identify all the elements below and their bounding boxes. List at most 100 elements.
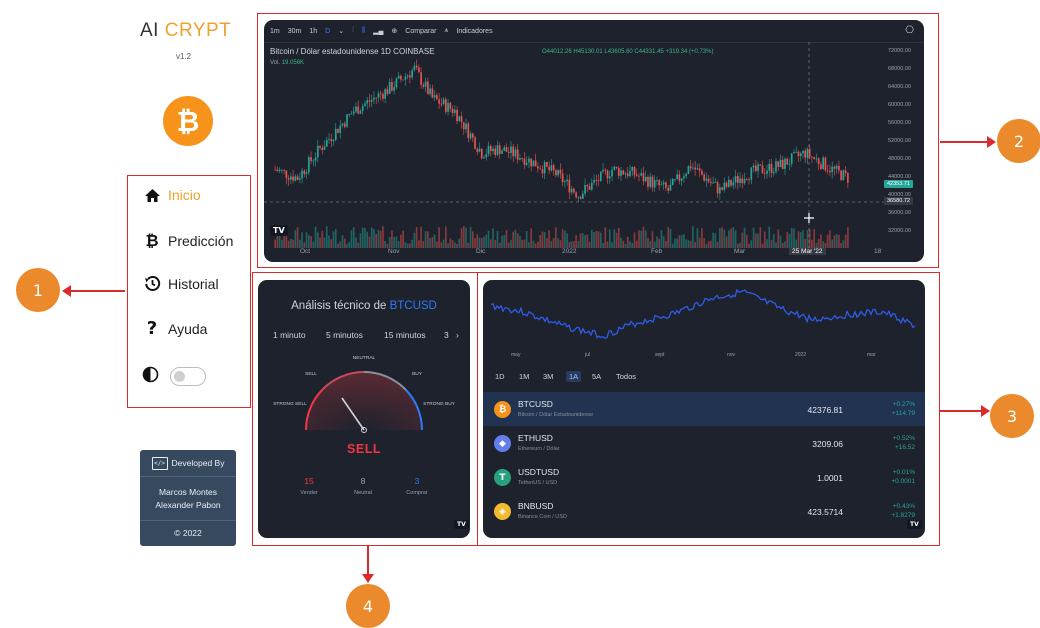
candle-body [548,166,550,171]
volume-bar [357,242,360,248]
candle-body [692,167,694,169]
volume-icon[interactable]: ▂▄ [373,27,383,35]
candle-body [779,159,782,167]
candle-body [781,159,784,169]
timeframe-tab[interactable]: 1 minuto [273,330,306,340]
bitcoin-icon: ₿ [494,401,511,418]
range-1a[interactable]: 1A [566,371,582,382]
volume-bar [829,230,831,248]
app-version: v1.2 [176,52,192,61]
volume-bar [523,239,526,248]
timeframe-tab[interactable]: 15 minutos [384,330,426,340]
volume-bar [644,230,647,248]
gauge-label-strong-sell: STRONG SELL [273,402,307,407]
toggle-knob [174,371,185,382]
candle-body [622,170,625,175]
candle-body [334,128,337,140]
range-1m[interactable]: 1M [519,372,529,381]
candle-body [629,170,631,177]
volume-bar [615,232,618,248]
candle-body [579,196,582,199]
interval-30m[interactable]: 30m [288,28,302,35]
candle-body [337,128,339,133]
candle-body [305,172,308,174]
plus-circle-icon[interactable]: ⊕ [391,27,397,35]
range-3m[interactable]: 3M [543,372,553,381]
timeframe-tab[interactable]: 3 [444,330,449,340]
candle-body [714,182,717,183]
volume-bar [772,234,775,248]
candle-body [557,169,559,176]
volume-bar [608,229,611,248]
camera-icon[interactable]: ⎔ [905,25,914,36]
price-tick: 36000.00 [888,210,911,216]
indicators-icon[interactable]: ⩚ [444,27,448,35]
market-row[interactable]: ₿ BTCUSD Bitcoin / Dólar Estadounidense … [483,392,925,426]
candle-body [409,75,411,78]
volume-bar [552,237,555,248]
candle-body [290,176,292,180]
volume-bar [831,239,833,248]
volume-bar [844,234,847,248]
price-tick: 48000.00 [888,156,911,162]
candle-body [357,106,360,114]
candle-body [633,166,636,175]
chevron-right-icon[interactable]: › [456,330,459,340]
range-1d[interactable]: 1D [495,372,505,381]
nav-item-historial[interactable]: Historial [142,275,219,292]
candle-body [462,122,465,130]
candle-body [514,149,517,157]
volume-bar [330,239,333,248]
candle-body [683,176,685,179]
interval-1h[interactable]: 1h [309,28,317,35]
bar-style-icon[interactable]: ⫶ [352,27,354,35]
volume-bar [703,238,705,248]
candlestick-chart[interactable] [264,42,884,250]
volume-bar [541,231,544,248]
volume-bar [422,241,425,248]
candles-icon[interactable]: ⫼ [362,27,365,35]
mini-x-tick: sept [655,352,665,358]
candle-body [352,111,355,114]
compare-button[interactable]: Comparar [405,28,436,35]
volume-bar [806,230,809,248]
theme-toggle[interactable] [170,367,206,386]
candle-body [658,180,661,186]
interval-1m[interactable]: 1m [270,28,280,35]
volume-bar [656,236,658,248]
volume-bar [512,231,515,248]
volume-bar [651,231,654,248]
candle-body [424,81,427,87]
candle-body [418,67,420,73]
market-row[interactable]: T USDTUSD TetherUS / USD 1.0001 +0.01% +0… [483,460,925,494]
tradingview-logo: TV [270,225,288,236]
candle-body [512,146,515,157]
candle-body [599,171,602,181]
volume-bar [325,226,328,248]
volume-bar [314,226,317,248]
row-price: 423.5714 [807,507,843,517]
nav-item-prediccion[interactable]: ₿ Predicción [142,231,233,251]
market-row[interactable]: ◆ ETHUSD Ethereum / Dólar 3209.06 +0.52%… [483,426,925,460]
interval-1d[interactable]: D [325,28,330,35]
chevron-down-icon[interactable]: ⌄ [338,27,344,35]
nav-item-inicio[interactable]: Inicio [142,187,201,203]
nav-item-ayuda[interactable]: ? Ayuda [142,318,208,339]
timeframe-tab[interactable]: 5 minutos [326,330,363,340]
volume-bar [660,229,663,248]
volume-bar [734,230,737,248]
range-5a[interactable]: 5A [592,372,601,381]
market-row[interactable]: ◈ BNBUSD Binance Coin / USD 423.5714 +0.… [483,494,925,528]
volume-bar [716,241,719,248]
volume-bar [537,241,539,248]
range-todos[interactable]: Todos [616,372,636,381]
volume-bar [781,242,784,248]
volume-bar [667,227,670,248]
candle-body [631,166,634,171]
candle-body [274,169,276,171]
technical-symbol[interactable]: BTCUSD [390,300,437,312]
volume-bar [503,235,506,248]
price-chart-panel[interactable]: 1m 30m 1h D ⌄ ⫶ ⫼ ▂▄ ⊕ Comparar ⩚ Indica… [264,20,924,262]
indicators-button[interactable]: Indicadores [456,28,492,35]
volume-bar [496,230,499,248]
